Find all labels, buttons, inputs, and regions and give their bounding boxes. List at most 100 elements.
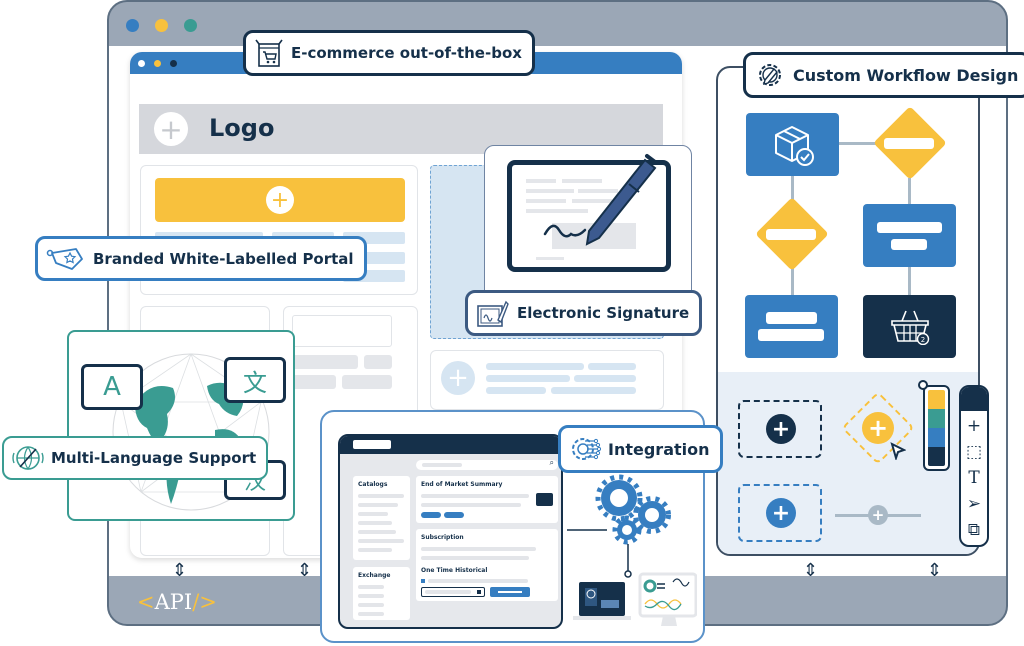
- calendar-icon: [477, 590, 481, 594]
- placeholder-line: [486, 387, 546, 394]
- summary-heading: End of Market Summary: [421, 481, 503, 488]
- app-search[interactable]: ⌕: [416, 458, 558, 470]
- titlebar-dot: [154, 60, 161, 67]
- color-swatch[interactable]: [928, 409, 945, 428]
- sync-arrow-icon: ⇕: [803, 560, 819, 581]
- toolbar-handle[interactable]: [961, 387, 987, 411]
- list-line: [358, 512, 388, 516]
- app-logo: [353, 440, 391, 449]
- price-tag-star-icon: [46, 247, 83, 270]
- placeholder-line: [486, 363, 584, 370]
- gear-pencil-icon: [759, 64, 781, 86]
- tool-palette: + ⬚ T ➢ ⧉: [959, 385, 989, 547]
- catalogs-panel: Catalogs: [353, 476, 410, 560]
- placeholder-box: [292, 315, 392, 347]
- connector: [908, 178, 911, 206]
- layers-tool-icon[interactable]: ⧉: [968, 519, 980, 541]
- globe-chat-icon: [12, 446, 44, 471]
- pointer-tool-icon[interactable]: ➢: [967, 493, 981, 515]
- ecommerce-label: E-commerce out-of-the-box: [291, 44, 522, 62]
- placeholder-line: [574, 375, 636, 382]
- placeholder-line: [342, 375, 392, 389]
- integration-badge: Integration: [558, 425, 723, 473]
- language-label: Multi-Language Support: [51, 449, 257, 467]
- workflow-task-node[interactable]: [746, 113, 839, 176]
- connector: [908, 266, 911, 296]
- sync-arrow-icon: ⇕: [927, 560, 943, 581]
- add-decision-icon[interactable]: +: [862, 412, 894, 444]
- doc-line: [536, 257, 564, 260]
- drop-slot[interactable]: +: [738, 484, 822, 542]
- placeholder-line: [588, 363, 636, 370]
- list-line: [358, 539, 404, 543]
- list-line: [358, 603, 384, 607]
- node-label-placeholder: [766, 229, 816, 240]
- content-line: [428, 579, 528, 583]
- checkbox[interactable]: [421, 579, 425, 583]
- signature-badge: Electronic Signature: [465, 290, 703, 336]
- workflow-cart-node[interactable]: 2: [863, 295, 956, 358]
- sync-arrow-icon: ⇕: [297, 560, 313, 581]
- add-task-icon[interactable]: +: [766, 498, 796, 528]
- search-placeholder: [422, 463, 462, 467]
- plus-icon: +: [266, 186, 294, 214]
- node-label-placeholder: [758, 329, 824, 341]
- window-dot-teal: [184, 19, 197, 32]
- close-palette-icon[interactable]: [918, 380, 928, 390]
- list-line: [358, 530, 396, 534]
- content-line: [421, 556, 529, 560]
- subscription-heading: Subscription: [421, 534, 464, 541]
- workflow-task-node[interactable]: [863, 204, 956, 267]
- summary-action[interactable]: [421, 512, 441, 518]
- date-input[interactable]: [421, 587, 485, 597]
- add-banner-button[interactable]: +: [155, 178, 405, 222]
- select-tool-icon[interactable]: ⬚: [966, 441, 982, 463]
- input-placeholder: [425, 590, 471, 594]
- workflow-badge: Custom Workflow Design: [743, 52, 1024, 98]
- color-swatch[interactable]: [928, 390, 945, 409]
- placeholder-line: [364, 355, 392, 369]
- placeholder-line: [292, 375, 336, 389]
- circuit-gear-icon: [572, 438, 601, 460]
- node-label-placeholder: [884, 138, 934, 149]
- color-swatch[interactable]: [928, 428, 945, 447]
- list-line: [358, 521, 392, 525]
- placeholder-line: [292, 355, 358, 369]
- package-check-icon: [775, 126, 814, 166]
- gears-icon: [567, 474, 697, 626]
- button-label-placeholder: [498, 591, 522, 593]
- workflow-label: Custom Workflow Design: [793, 65, 1019, 85]
- market-data-app: ⌕ Catalogs Exchange End of Market Summar…: [338, 434, 563, 629]
- add-node-icon[interactable]: +: [766, 414, 796, 444]
- drop-slot[interactable]: +: [738, 400, 822, 458]
- signature-label: Electronic Signature: [517, 304, 690, 322]
- app-header: [340, 436, 561, 454]
- list-line: [358, 585, 384, 589]
- signature-pen-icon: [477, 300, 509, 327]
- plus-icon[interactable]: +: [441, 361, 475, 395]
- exchange-panel: Exchange: [353, 567, 410, 620]
- exchange-heading: Exchange: [358, 572, 391, 579]
- language-card: A 文 汉: [67, 330, 295, 521]
- content-line: [421, 547, 536, 551]
- workflow-task-node[interactable]: [745, 295, 838, 358]
- content-line: [421, 503, 521, 507]
- window-dot-blue: [126, 19, 139, 32]
- text-tool-icon[interactable]: T: [968, 467, 979, 489]
- color-palette: [923, 385, 950, 471]
- api-open-bracket: <: [137, 590, 155, 614]
- basket-icon: 2: [891, 310, 930, 345]
- placeholder-line: [486, 375, 570, 382]
- add-tool-icon[interactable]: +: [967, 415, 981, 437]
- summary-thumbnail: [536, 493, 553, 506]
- api-text: API: [154, 590, 193, 614]
- color-swatch[interactable]: [928, 447, 945, 466]
- cursor-icon: [890, 442, 906, 460]
- shopping-cart-box-icon: [255, 39, 283, 67]
- signature-pen-icon: [543, 154, 657, 246]
- add-connector-icon[interactable]: +: [868, 505, 888, 525]
- node-label-placeholder: [766, 312, 817, 324]
- summary-action[interactable]: [444, 512, 464, 518]
- window-dot-yellow: [155, 19, 168, 32]
- submit-button[interactable]: [490, 587, 530, 597]
